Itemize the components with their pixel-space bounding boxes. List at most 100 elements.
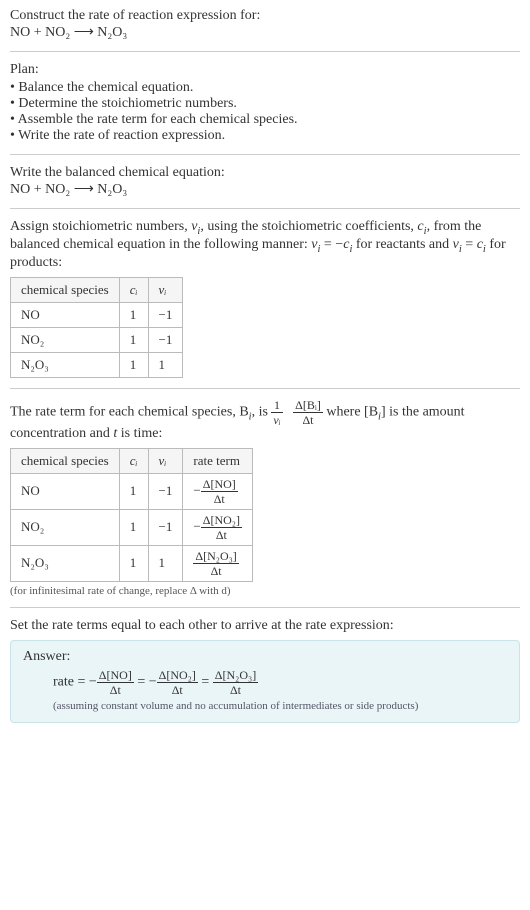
numerator: Δ[NO₂] xyxy=(201,514,242,528)
numerator: 1 xyxy=(271,399,282,413)
stoich-text: = xyxy=(462,237,477,252)
unbalanced-equation: NO + NO₂ ⟶ N₂O₃ xyxy=(10,24,520,41)
balanced-equation: NO + NO₂ ⟶ N₂O₃ xyxy=(10,181,520,198)
cell-ci: 1 xyxy=(119,327,148,352)
neg-sign: − xyxy=(193,518,200,533)
cell-rate: Δ[N₂O₃]Δt xyxy=(183,545,253,581)
cell-species: NO xyxy=(11,302,120,327)
numerator: Δ[NO] xyxy=(97,669,134,683)
plan-item: Determine the stoichiometric numbers. xyxy=(10,96,520,112)
divider xyxy=(10,154,520,155)
cell-ci: 1 xyxy=(119,473,148,509)
cell-nui: 1 xyxy=(148,545,183,581)
col-nui: νᵢ xyxy=(148,448,183,473)
cell-ci: 1 xyxy=(119,545,148,581)
plan-item: Write the rate of reaction expression. xyxy=(10,128,520,144)
cell-ci: 1 xyxy=(119,302,148,327)
answer-assumption: (assuming constant volume and no accumul… xyxy=(23,700,507,712)
cell-nui: 1 xyxy=(148,352,183,377)
rateterm-text: , is xyxy=(252,404,272,419)
plan-heading: Plan: xyxy=(10,62,520,78)
denominator: Δt xyxy=(293,413,323,426)
rateterm-text: where [B xyxy=(326,404,378,419)
fraction: Δ[NO₂]Δt xyxy=(157,669,198,696)
rateterm-text: The rate term for each chemical species,… xyxy=(10,404,249,419)
equals-sign: = xyxy=(137,674,148,689)
denominator: νᵢ xyxy=(271,413,282,426)
cell-nui: −1 xyxy=(148,302,183,327)
plan-item: Assemble the rate term for each chemical… xyxy=(10,112,520,128)
table-row: NO 1 −1 −Δ[NO]Δt xyxy=(11,473,253,509)
cell-species: NO₂ xyxy=(11,327,120,352)
equals-sign: = xyxy=(201,674,212,689)
denominator: Δt xyxy=(157,683,198,696)
stoich-text: for reactants and xyxy=(352,237,452,252)
neg-sign: − xyxy=(149,674,157,689)
denominator: Δt xyxy=(201,528,242,541)
table-header-row: chemical species cᵢ νᵢ xyxy=(11,277,183,302)
numerator: Δ[NO₂] xyxy=(157,669,198,683)
cell-species: N₂O₃ xyxy=(11,545,120,581)
fraction: Δ[NO₂]Δt xyxy=(201,514,242,541)
stoich-table: chemical species cᵢ νᵢ NO 1 −1 NO₂ 1 −1 … xyxy=(10,277,183,378)
col-ci: cᵢ xyxy=(119,277,148,302)
balanced-heading: Write the balanced chemical equation: xyxy=(10,165,520,181)
numerator: Δ[Bᵢ] xyxy=(293,399,323,413)
ci-header: cᵢ xyxy=(130,282,138,297)
denominator: Δt xyxy=(97,683,134,696)
table-row: NO₂ 1 −1 xyxy=(11,327,183,352)
answer-label: Answer: xyxy=(23,649,507,665)
prompt-title: Construct the rate of reaction expressio… xyxy=(10,8,520,24)
cell-ci: 1 xyxy=(119,352,148,377)
rateterm-table: chemical species cᵢ νᵢ rate term NO 1 −1… xyxy=(10,448,253,582)
plan-item: Balance the chemical equation. xyxy=(10,80,520,96)
fraction: Δ[Bᵢ] Δt xyxy=(293,399,323,426)
prompt-block: Construct the rate of reaction expressio… xyxy=(10,8,520,41)
col-species: chemical species xyxy=(11,448,120,473)
stoich-block: Assign stoichiometric numbers, νi, using… xyxy=(10,219,520,378)
fraction: Δ[N₂O₃]Δt xyxy=(193,550,238,577)
cell-nui: −1 xyxy=(148,509,183,545)
fraction: Δ[NO]Δt xyxy=(97,669,134,696)
cell-species: NO₂ xyxy=(11,509,120,545)
balanced-block: Write the balanced chemical equation: NO… xyxy=(10,165,520,198)
ci-header: cᵢ xyxy=(130,453,138,468)
nui-header: νᵢ xyxy=(159,453,167,468)
set-equal-block: Set the rate terms equal to each other t… xyxy=(10,618,520,723)
neg-sign: − xyxy=(89,674,97,689)
divider xyxy=(10,607,520,608)
numerator: Δ[NO] xyxy=(201,478,238,492)
neg-sign: − xyxy=(193,482,200,497)
table-header-row: chemical species cᵢ νᵢ rate term xyxy=(11,448,253,473)
denominator: Δt xyxy=(193,564,238,577)
infinitesimal-note: (for infinitesimal rate of change, repla… xyxy=(10,585,520,597)
stoich-text: , using the stoichiometric coefficients, xyxy=(200,219,417,234)
rateterm-block: The rate term for each chemical species,… xyxy=(10,399,520,597)
set-equal-text: Set the rate terms equal to each other t… xyxy=(10,618,520,634)
col-nui: νᵢ xyxy=(148,277,183,302)
table-row: N₂O₃ 1 1 xyxy=(11,352,183,377)
cell-ci: 1 xyxy=(119,509,148,545)
cell-rate: −Δ[NO]Δt xyxy=(183,473,253,509)
numerator: Δ[N₂O₃] xyxy=(213,669,258,683)
col-species: chemical species xyxy=(11,277,120,302)
cell-species: N₂O₃ xyxy=(11,352,120,377)
numerator: Δ[N₂O₃] xyxy=(193,550,238,564)
plan-list: Balance the chemical equation. Determine… xyxy=(10,80,520,144)
stoich-text: = − xyxy=(320,237,343,252)
answer-box: Answer: rate = −Δ[NO]Δt = −Δ[NO₂]Δt = Δ[… xyxy=(10,640,520,723)
rate-equals: rate = xyxy=(53,674,89,689)
denominator: Δt xyxy=(201,492,238,505)
fraction: Δ[NO]Δt xyxy=(201,478,238,505)
fraction: Δ[N₂O₃]Δt xyxy=(213,669,258,696)
fraction: 1 νᵢ xyxy=(271,399,282,426)
cell-nui: −1 xyxy=(148,473,183,509)
col-ci: cᵢ xyxy=(119,448,148,473)
cell-species: NO xyxy=(11,473,120,509)
table-row: NO₂ 1 −1 −Δ[NO₂]Δt xyxy=(11,509,253,545)
nui-header: νᵢ xyxy=(159,282,167,297)
divider xyxy=(10,51,520,52)
stoich-text: Assign stoichiometric numbers, xyxy=(10,219,191,234)
divider xyxy=(10,388,520,389)
cell-rate: −Δ[NO₂]Δt xyxy=(183,509,253,545)
